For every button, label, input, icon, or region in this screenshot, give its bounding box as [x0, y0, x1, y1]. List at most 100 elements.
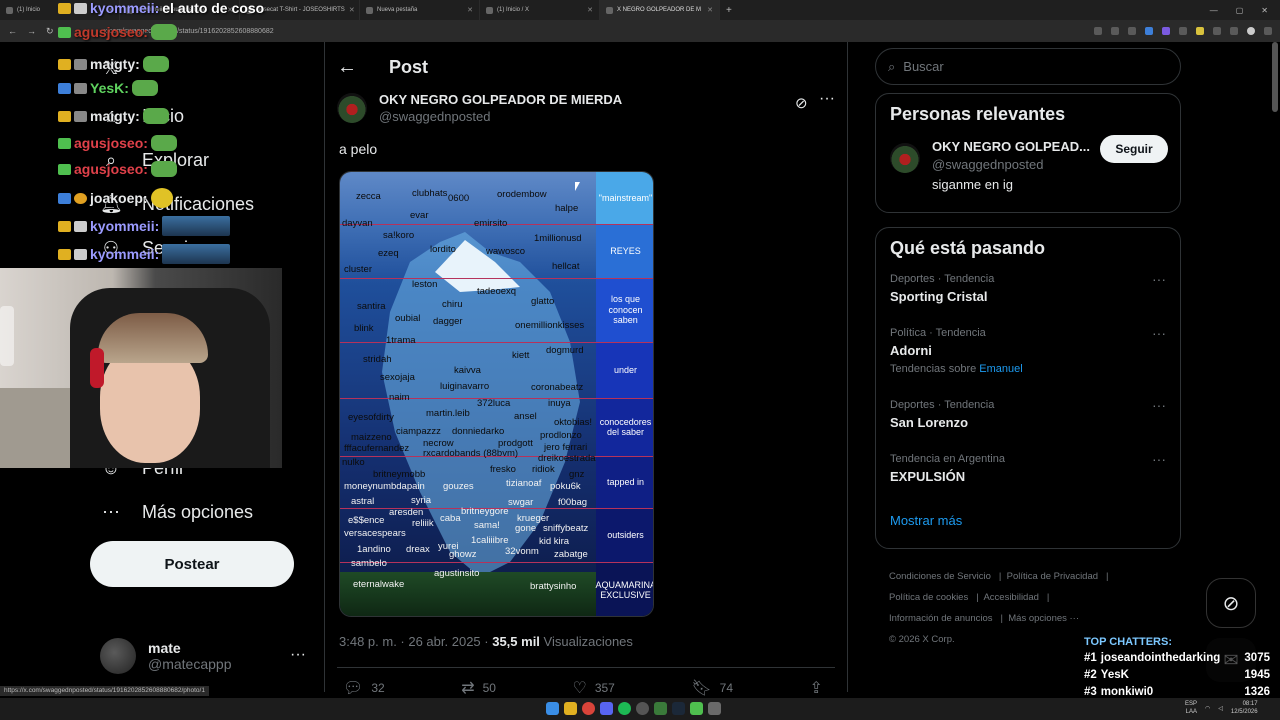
- crown-badge-icon: [58, 110, 71, 122]
- trend-link[interactable]: Emanuel: [979, 363, 1022, 375]
- author-name[interactable]: OKY NEGRO GOLPEADOR DE MIERDA: [379, 92, 622, 107]
- reload-icon[interactable]: ↻: [46, 26, 54, 37]
- footer-link[interactable]: Condiciones de Servicio: [889, 571, 991, 582]
- close-tab-icon[interactable]: ✕: [349, 6, 355, 14]
- spotify-icon[interactable]: [618, 702, 631, 715]
- steam-icon[interactable]: [672, 702, 685, 715]
- close-tab-icon[interactable]: ✕: [587, 6, 593, 14]
- app-icon[interactable]: [708, 702, 721, 715]
- volume-icon[interactable]: ◁: [1218, 705, 1223, 712]
- post-image-iceberg[interactable]: "mainstream" REYES los que conocen saben un…: [339, 171, 654, 617]
- obs-icon[interactable]: [636, 702, 649, 715]
- sidebar-icon[interactable]: [1230, 27, 1238, 35]
- reply-icon: 💬︎: [343, 680, 364, 697]
- close-tab-icon[interactable]: ✕: [467, 6, 473, 14]
- iceberg-name: inuya: [548, 398, 571, 409]
- author-handle[interactable]: @swaggednposted: [379, 109, 622, 124]
- discord-icon[interactable]: [600, 702, 613, 715]
- puzzle-icon[interactable]: [1213, 27, 1221, 35]
- minimize-icon[interactable]: —: [1210, 6, 1218, 15]
- wifi-icon[interactable]: ◠: [1205, 705, 1210, 712]
- iceberg-tier-divider: [340, 562, 653, 563]
- trend-item[interactable]: Deportes · Tendencia San Lorenzo ···: [876, 395, 1180, 449]
- post-button[interactable]: Postear: [90, 541, 294, 587]
- iceberg-name: sa!koro: [383, 230, 415, 241]
- chat-message: YesK:: [58, 80, 158, 96]
- new-tab-button[interactable]: +: [720, 5, 738, 16]
- grok-button[interactable]: ⊘: [1206, 578, 1256, 628]
- extension-icon[interactable]: [1196, 27, 1204, 35]
- car-emote-icon: [162, 216, 231, 236]
- show-more-link[interactable]: Mostrar más: [876, 503, 1180, 542]
- post-author[interactable]: OKY NEGRO GOLPEADOR DE MIERDA @swaggednp…: [337, 92, 622, 124]
- search-input[interactable]: [903, 59, 1144, 74]
- grok-icon[interactable]: ⊘: [795, 94, 808, 112]
- trend-more-icon[interactable]: ···: [1152, 271, 1166, 287]
- windows-start-icon[interactable]: [546, 702, 559, 715]
- page-scrollbar[interactable]: [1272, 42, 1278, 112]
- bookmark-button[interactable]: 🔖︎ 74: [691, 678, 733, 698]
- iceberg-name: kiett: [512, 350, 530, 361]
- profile-avatar-icon[interactable]: [1247, 27, 1255, 35]
- footer-link[interactable]: Política de cookies: [889, 592, 968, 603]
- avatar[interactable]: [890, 143, 920, 173]
- zoom-icon[interactable]: [1094, 27, 1102, 35]
- back-arrow-icon[interactable]: ←: [337, 56, 357, 79]
- trend-more-icon[interactable]: ···: [1152, 397, 1166, 413]
- clock[interactable]: 08:17 12/5/2026: [1231, 700, 1258, 716]
- like-button[interactable]: ♡ 357: [572, 678, 614, 698]
- iceberg-name: gnz: [569, 469, 585, 480]
- author-avatar[interactable]: [337, 93, 367, 123]
- account-more-icon[interactable]: ···: [290, 646, 306, 664]
- trend-item[interactable]: Política · Tendencia Adorni Tendencias s…: [876, 323, 1180, 395]
- extension-icon[interactable]: [1145, 27, 1153, 35]
- iceberg-name: ghowz: [449, 549, 477, 560]
- chat-message: agusjoseo:: [58, 24, 177, 40]
- iceberg-name: eternalwake: [353, 579, 405, 590]
- iceberg-name: blink: [354, 323, 374, 334]
- file-explorer-icon[interactable]: [564, 702, 577, 715]
- browser-tab-active[interactable]: X NEGRO GOLPEADOR DE M ✕: [600, 0, 720, 20]
- extension-icon[interactable]: [1179, 27, 1187, 35]
- maximize-icon[interactable]: ▢: [1236, 6, 1244, 15]
- trend-item[interactable]: Deportes · Tendencia Sporting Cristal ··…: [876, 269, 1180, 323]
- close-window-icon[interactable]: ✕: [1261, 6, 1268, 15]
- post-more-icon[interactable]: ···: [819, 90, 835, 108]
- footer-link[interactable]: Política de Privacidad: [1007, 571, 1098, 582]
- footer-link[interactable]: Más opciones ···: [1008, 613, 1079, 624]
- chatter-row: #2 YesK 1945: [1084, 669, 1270, 681]
- chat-message: maigty:: [58, 108, 169, 124]
- views-count: 35,5 mil: [492, 634, 540, 649]
- repost-button[interactable]: ⇄ 50: [461, 678, 496, 698]
- iceberg-name: eyesofdirty: [348, 412, 394, 423]
- footer-link[interactable]: Información de anuncios: [889, 613, 993, 624]
- relevant-user[interactable]: OKY NEGRO GOLPEAD... @swaggednposted sig…: [876, 135, 1180, 205]
- post-timestamp[interactable]: 3:48 p. m. · 26 abr. 2025: [339, 634, 481, 649]
- views-label: Visualizaciones: [543, 634, 633, 649]
- search-bar[interactable]: ⌕: [875, 48, 1181, 85]
- iceberg-name: aresden: [389, 507, 424, 518]
- trend-item[interactable]: Tendencia en Argentina EXPULSIÓN ···: [876, 449, 1180, 503]
- account-switcher[interactable]: mate @matecappp: [100, 638, 231, 674]
- browser-tab[interactable]: (1) Inicio / X ✕: [480, 0, 600, 20]
- share-button[interactable]: ⇪: [810, 678, 823, 698]
- footer-link[interactable]: Accesibilidad: [983, 592, 1038, 603]
- share-icon: ⇪: [809, 680, 823, 697]
- chrome-icon[interactable]: [582, 702, 595, 715]
- menu-icon[interactable]: [1264, 27, 1272, 35]
- chat-message: kyommeii:: [58, 244, 231, 264]
- trend-more-icon[interactable]: ···: [1152, 325, 1166, 341]
- back-icon[interactable]: ←: [8, 26, 17, 36]
- forward-icon[interactable]: →: [27, 26, 36, 36]
- extension-icon[interactable]: [1162, 27, 1170, 35]
- trend-more-icon[interactable]: ···: [1152, 451, 1166, 467]
- nav-item-more[interactable]: ⋯ Más opciones: [100, 502, 253, 523]
- app-icon[interactable]: [654, 702, 667, 715]
- close-tab-icon[interactable]: ✕: [707, 6, 713, 14]
- star-icon[interactable]: [1128, 27, 1136, 35]
- reply-button[interactable]: 💬︎ 32: [343, 678, 385, 698]
- browser-tab[interactable]: Nueva pestaña ✕: [360, 0, 480, 20]
- app-icon[interactable]: [690, 702, 703, 715]
- cast-icon[interactable]: [1111, 27, 1119, 35]
- follow-button[interactable]: Seguir: [1100, 135, 1168, 163]
